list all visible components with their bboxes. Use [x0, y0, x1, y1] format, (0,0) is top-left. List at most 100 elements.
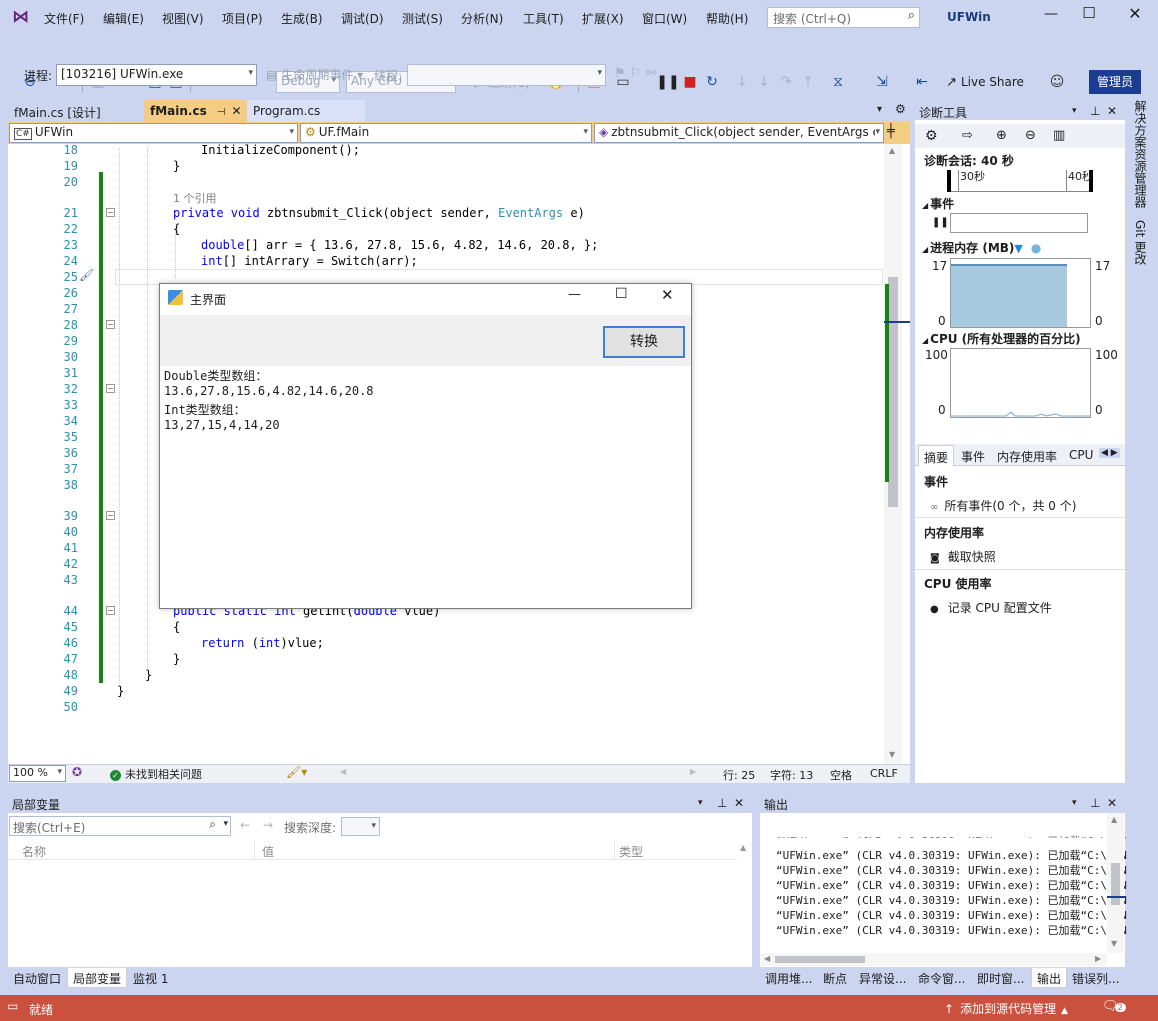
menu-analyze[interactable]: 分析(N)	[461, 10, 503, 27]
locals-search[interactable]: 搜索(Ctrl+E) ⌕ ▾	[9, 816, 231, 836]
quick-action-icon[interactable]: 🖌	[79, 268, 94, 282]
scroll-down-icon[interactable]: ▼	[889, 750, 895, 759]
col-value[interactable]: 值	[262, 843, 274, 860]
search-forward-icon[interactable]: →	[263, 818, 273, 832]
whitespace-indicator[interactable]: 空格	[830, 767, 852, 783]
side-tab-git-changes[interactable]: Git 更改	[1133, 220, 1149, 265]
flag-icon[interactable]: ⚑ ⚐ ⚯	[614, 66, 656, 81]
process-select[interactable]: [103216] UFWin.exe ▾	[56, 64, 257, 86]
scroll-up-icon[interactable]: ▲	[1111, 815, 1117, 824]
convert-button[interactable]: 转换	[603, 326, 685, 358]
close-icon[interactable]: ✕	[1124, 4, 1146, 24]
fold-marker[interactable]: −	[106, 208, 115, 217]
panel-menu-icon[interactable]: ▾	[698, 798, 703, 808]
output-vscrollbar[interactable]: ▲ ▼	[1107, 813, 1124, 953]
diag-tab-events[interactable]: 事件	[961, 448, 985, 465]
tab-close-icon[interactable]: ✕	[231, 104, 241, 118]
line-ending-indicator[interactable]: CRLF	[870, 767, 898, 780]
horizontal-scroll-left-icon[interactable]: ◀	[340, 767, 346, 776]
panel-pin-icon[interactable]: ⊥	[1090, 104, 1100, 118]
column-indicator[interactable]: 字符: 13	[770, 767, 813, 783]
zoom-select[interactable]: 100 % ▾	[9, 765, 66, 782]
output-hscrollbar[interactable]: ◀ ▶	[761, 953, 1107, 966]
all-events-item[interactable]: ∞ 所有事件(0 个，共 0 个)	[930, 497, 1076, 514]
intellicode-icon[interactable]: ✪	[72, 765, 82, 779]
search-box[interactable]: 搜索 (Ctrl+Q) ⌕	[767, 7, 920, 28]
record-cpu-item[interactable]: ● 记录 CPU 配置文件	[930, 599, 1052, 616]
tab-locals[interactable]: 局部变量	[67, 968, 128, 988]
side-tab-solution-explorer[interactable]: 解决方案资源管理器	[1133, 100, 1149, 208]
diag-export-icon[interactable]: ⇨	[962, 128, 973, 143]
app-minimize-icon[interactable]: —	[568, 287, 581, 302]
cleanup-icon[interactable]: 🖌▾	[286, 765, 307, 779]
collapse-icon[interactable]: ◢	[922, 336, 928, 345]
tab-exception-settings[interactable]: 异常设...	[854, 968, 912, 988]
diag-settings-icon[interactable]: ⚙	[925, 128, 938, 144]
tab-breakpoints[interactable]: 断点	[818, 968, 853, 988]
memory-section-title[interactable]: ◢ 进程内存 (MB)▼ ●	[922, 239, 1041, 256]
minimize-icon[interactable]: —	[1040, 6, 1062, 26]
panel-close-icon[interactable]: ✕	[734, 796, 744, 810]
scroll-down-icon[interactable]: ▼	[1111, 939, 1117, 948]
panel-pin-icon[interactable]: ⊥	[717, 796, 727, 810]
scroll-left-icon[interactable]: ◀	[764, 954, 770, 963]
add-to-source-control[interactable]: ↑ 添加到源代码管理 ▲	[944, 1000, 1068, 1017]
collapse-icon[interactable]: ◢	[922, 201, 928, 210]
tab-immediate-window[interactable]: 即时窗...	[972, 968, 1030, 988]
tab-fmain-cs[interactable]: fMain.cs ⊣ ✕	[144, 100, 248, 122]
tab-program-cs[interactable]: Program.cs	[247, 100, 365, 122]
app-close-icon[interactable]: ✕	[661, 286, 674, 304]
panel-pin-icon[interactable]: ⊥	[1090, 796, 1100, 810]
column-divider[interactable]	[614, 840, 615, 860]
diag-tab-scroll-icon[interactable]: ◀ ▶	[1099, 448, 1120, 458]
pin-icon[interactable]: ⊣	[217, 107, 226, 118]
menu-test[interactable]: 测试(S)	[402, 10, 443, 27]
menu-edit[interactable]: 编辑(E)	[103, 10, 144, 27]
fold-marker[interactable]: −	[106, 606, 115, 615]
tab-watch1[interactable]: 监视 1	[128, 968, 174, 988]
issues-indicator[interactable]: ✓ 未找到相关问题	[110, 766, 202, 782]
tab-output[interactable]: 输出	[1031, 968, 1068, 988]
tab-fmain-designer[interactable]: fMain.cs [设计]	[8, 100, 143, 122]
diag-tab-memory[interactable]: 内存使用率	[997, 448, 1057, 465]
search-depth-select[interactable]: ▾	[341, 817, 380, 836]
tab-call-stack[interactable]: 调用堆...	[760, 968, 818, 988]
thread-select[interactable]: ▾	[407, 64, 606, 86]
menu-debug[interactable]: 调试(D)	[341, 10, 384, 27]
search-back-icon[interactable]: ←	[240, 818, 250, 832]
tab-autos[interactable]: 自动窗口	[8, 968, 67, 988]
panel-close-icon[interactable]: ✕	[1107, 796, 1117, 810]
events-pause-icon[interactable]: ❚❚	[932, 217, 949, 228]
menu-tools[interactable]: 工具(T)	[523, 10, 564, 27]
split-icon[interactable]: ╪	[887, 124, 895, 139]
menu-build[interactable]: 生成(B)	[281, 10, 323, 27]
panel-menu-icon[interactable]: ▾	[1072, 798, 1077, 808]
menu-help[interactable]: 帮助(H)	[706, 10, 748, 27]
menu-project[interactable]: 项目(P)	[222, 10, 263, 27]
cpu-section-title[interactable]: ◢ CPU (所有处理器的百分比)	[922, 330, 1081, 347]
fold-marker[interactable]: −	[106, 511, 115, 520]
scroll-up-icon[interactable]: ▲	[889, 146, 895, 155]
tab-overflow-icon[interactable]: ▾	[877, 104, 882, 115]
reference-count[interactable]: 1 个引用	[173, 190, 217, 206]
collapse-icon[interactable]: ◢	[922, 245, 928, 254]
project-combo[interactable]: C# UFWin ▾	[9, 123, 298, 143]
menu-extensions[interactable]: 扩展(X)	[582, 10, 624, 27]
line-indicator[interactable]: 行: 25	[723, 767, 755, 783]
panel-menu-icon[interactable]: ▾	[1072, 106, 1077, 116]
menu-file[interactable]: 文件(F)	[44, 10, 84, 27]
app-maximize-icon[interactable]: ☐	[615, 286, 628, 302]
chevron-down-icon[interactable]: ▾	[223, 819, 228, 829]
zoom-in-icon[interactable]: ⊕	[996, 128, 1007, 143]
tab-command-window[interactable]: 命令窗...	[913, 968, 971, 988]
scrollbar-thumb[interactable]	[888, 277, 898, 507]
menu-view[interactable]: 视图(V)	[162, 10, 204, 27]
notifications-icon[interactable]: 🗨2	[1102, 999, 1126, 1014]
menu-window[interactable]: 窗口(W)	[642, 10, 687, 27]
settings-gear-icon[interactable]: ⚙	[895, 102, 906, 116]
diag-tab-summary[interactable]: 摘要	[918, 445, 955, 466]
scrollbar-thumb[interactable]	[1111, 863, 1120, 905]
panel-close-icon[interactable]: ✕	[1107, 104, 1117, 118]
diag-tab-cpu[interactable]: CPU	[1069, 448, 1093, 462]
scrollbar-thumb[interactable]	[775, 956, 865, 963]
